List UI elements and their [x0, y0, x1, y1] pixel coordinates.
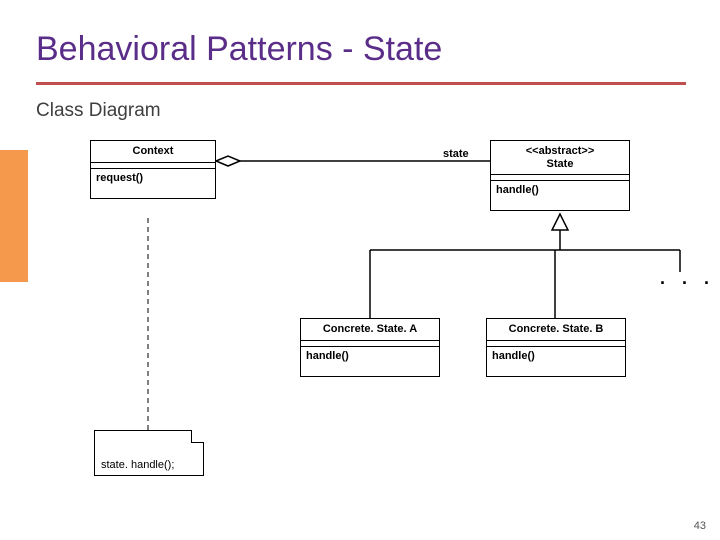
side-accent-bar: [0, 150, 28, 282]
class-state: <<abstract>> State handle(): [490, 140, 630, 211]
class-operation: handle(): [487, 347, 625, 376]
class-name: Context: [91, 141, 215, 163]
class-operation: request(): [91, 169, 215, 198]
note-state-handle: state. handle();: [94, 430, 204, 476]
class-name-text: State: [547, 158, 574, 170]
class-name: Concrete. State. A: [301, 319, 439, 341]
page-number: 43: [694, 520, 706, 532]
class-stereotype: <<abstract>>: [526, 145, 595, 157]
class-operation: handle(): [301, 347, 439, 376]
title-underline: [36, 82, 686, 85]
slide-title: Behavioral Patterns - State: [36, 30, 442, 69]
association-label-state: state: [443, 148, 469, 160]
class-context: Context request(): [90, 140, 216, 199]
class-concretestate-b: Concrete. State. B handle(): [486, 318, 626, 377]
note-text: state. handle();: [101, 459, 174, 471]
note-fold-icon: [191, 430, 204, 443]
slide-subtitle: Class Diagram: [36, 100, 161, 122]
class-name: Concrete. State. B: [487, 319, 625, 341]
class-concretestate-a: Concrete. State. A handle(): [300, 318, 440, 377]
class-name: <<abstract>> State: [491, 141, 629, 175]
ellipsis-icon: . . .: [660, 268, 715, 289]
class-operation: handle(): [491, 181, 629, 210]
